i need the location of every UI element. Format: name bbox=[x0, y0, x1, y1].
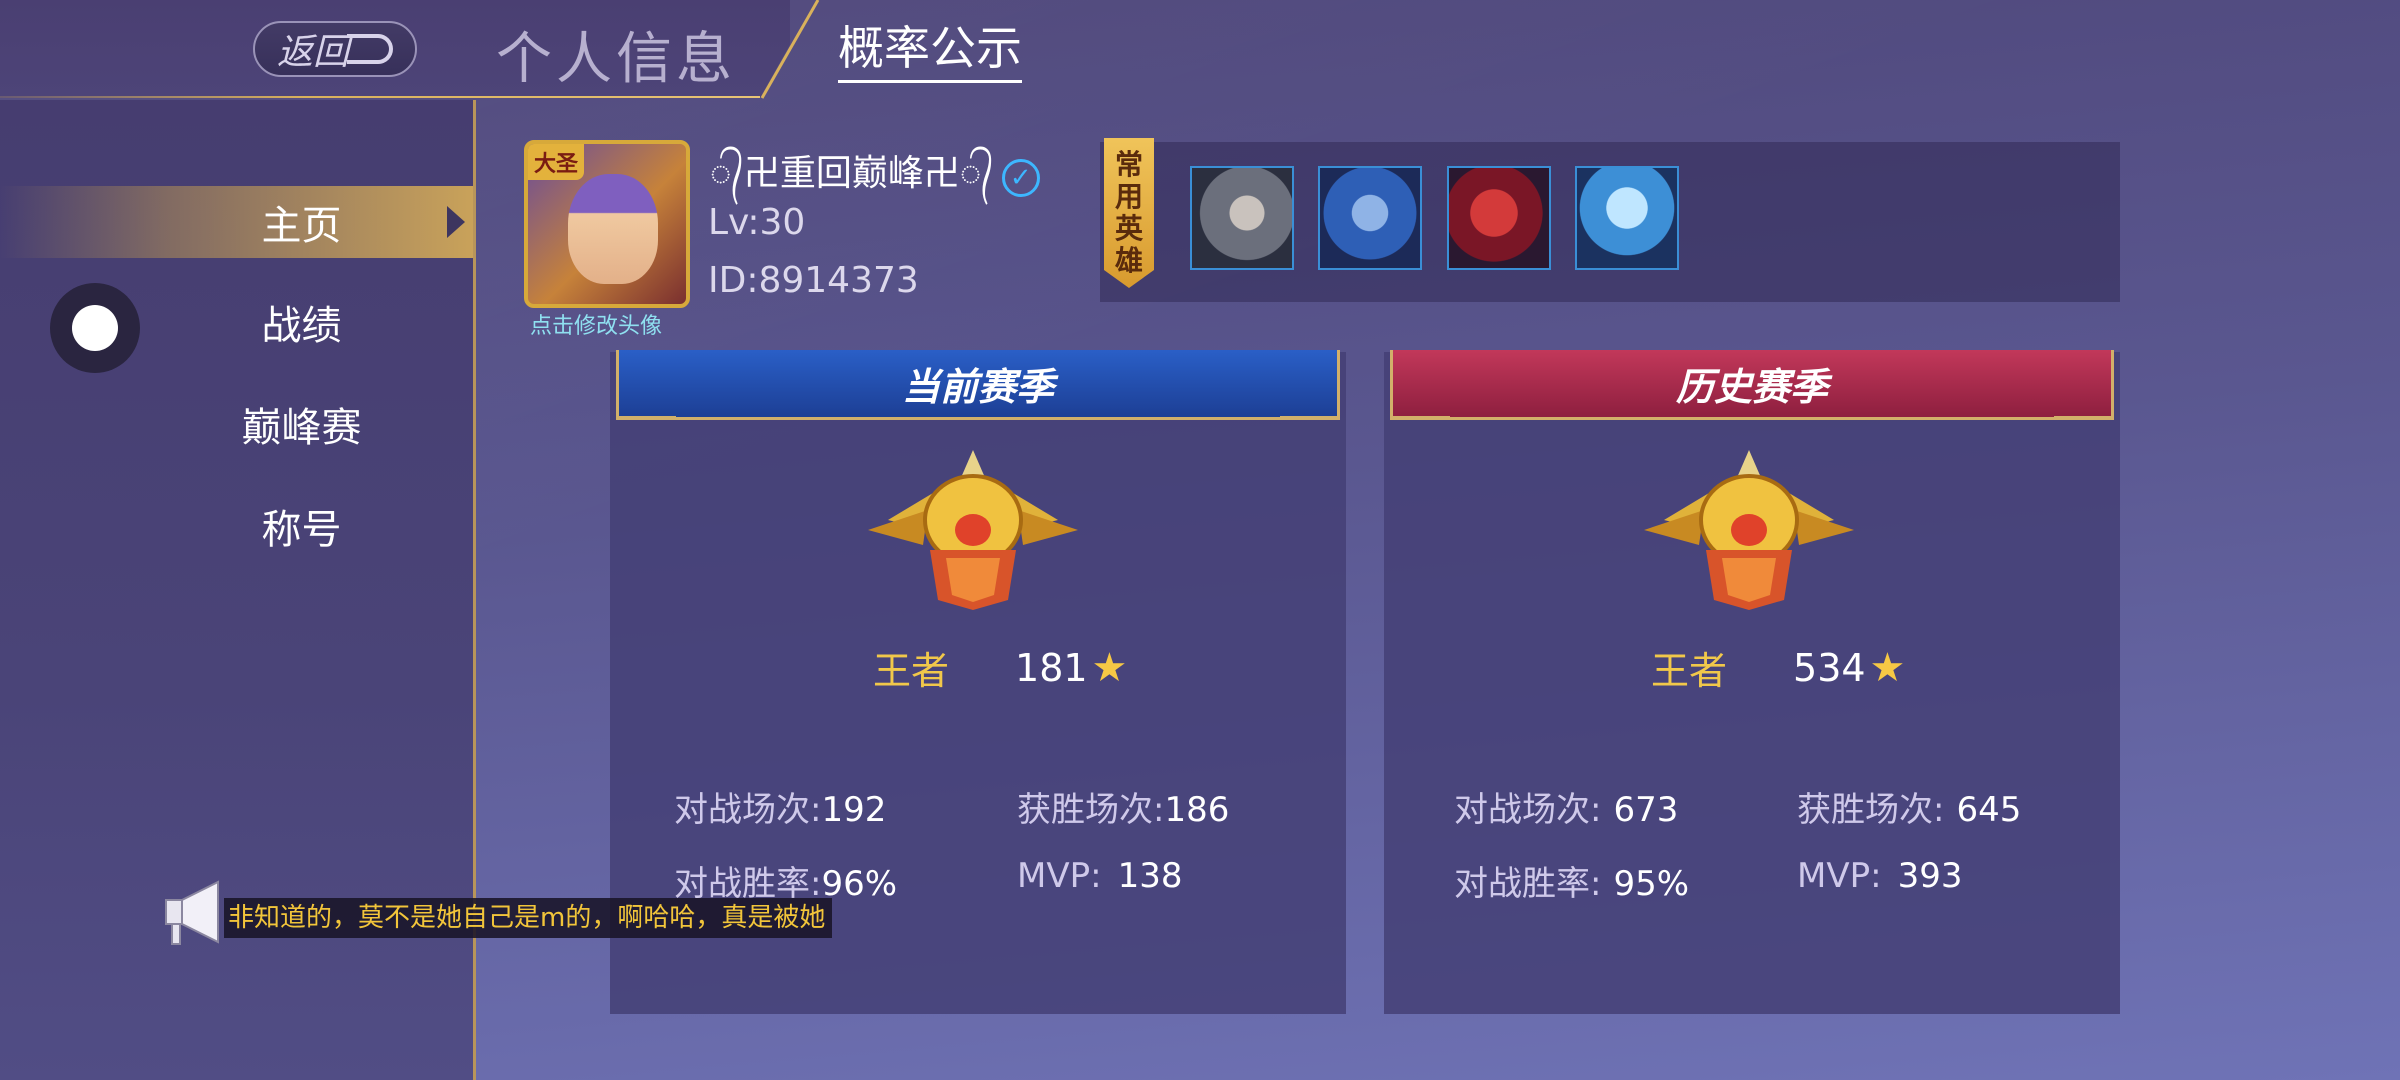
banner-corner bbox=[616, 416, 676, 443]
edit-avatar-link[interactable]: 点击修改头像 bbox=[530, 308, 662, 340]
heroes-label-char: 常 bbox=[1114, 148, 1143, 181]
sidebar-item-peak-match[interactable]: 巅峰赛 bbox=[0, 388, 473, 460]
stat-value: 186 bbox=[1164, 790, 1230, 830]
avatar-portrait bbox=[568, 174, 658, 284]
history-rank-row: 王者 534 ★ bbox=[1651, 640, 1905, 695]
stat-value: 96% bbox=[821, 864, 898, 904]
stat-value: 95% bbox=[1613, 864, 1690, 904]
banner-corner bbox=[1390, 416, 1450, 443]
sidebar-item-label: 称号 bbox=[261, 507, 342, 553]
stat-label: 对战胜率: bbox=[1454, 864, 1602, 904]
stat-label: 对战场次: bbox=[1454, 790, 1602, 830]
current-rank-stars: 181 bbox=[1015, 645, 1088, 690]
back-button[interactable]: 返回 bbox=[253, 21, 417, 77]
stat-label: 获胜场次: bbox=[1017, 790, 1165, 830]
stat-label: MVP: bbox=[1017, 856, 1102, 896]
current-rank-name: 王者 bbox=[873, 649, 950, 693]
header-slash-divider bbox=[760, 0, 820, 99]
stat-value: 138 bbox=[1117, 856, 1183, 896]
current-wins-stat: 获胜场次:186 bbox=[1017, 782, 1229, 831]
sidebar-item-title[interactable]: 称号 bbox=[0, 490, 473, 562]
floating-ball-dot bbox=[72, 305, 118, 351]
hero-portrait-3[interactable] bbox=[1447, 166, 1551, 270]
back-label: 返回 bbox=[276, 32, 349, 73]
current-season-title: 当前赛季 bbox=[616, 350, 1340, 420]
star-icon: ★ bbox=[1091, 644, 1128, 691]
hero-portrait-1[interactable] bbox=[1190, 166, 1294, 270]
megaphone-icon bbox=[165, 880, 219, 945]
top-header: 返回 个人信息 概率公示 bbox=[0, 0, 2400, 100]
banner-corner bbox=[2054, 416, 2114, 443]
history-season-banner: 历史赛季 bbox=[1384, 350, 2120, 446]
history-winrate-stat: 对战胜率: 95% bbox=[1454, 856, 1689, 905]
king-rank-emblem-icon bbox=[868, 450, 1078, 610]
header-divider bbox=[0, 96, 760, 98]
tab-personal-info[interactable]: 个人信息 bbox=[496, 14, 736, 95]
heroes-label-char: 英 bbox=[1114, 212, 1143, 245]
tab-probability-disclosure[interactable]: 概率公示 bbox=[838, 12, 1022, 83]
banner-corner bbox=[1280, 416, 1340, 443]
history-rank-name: 王者 bbox=[1651, 649, 1728, 693]
heroes-label-char: 用 bbox=[1114, 180, 1143, 213]
sidebar-item-label: 战绩 bbox=[261, 303, 342, 349]
current-season-banner: 当前赛季 bbox=[610, 350, 1346, 446]
history-wins-stat: 获胜场次: 645 bbox=[1797, 782, 2021, 831]
sidebar-item-home[interactable]: 主页 bbox=[0, 186, 473, 258]
king-rank-emblem-icon bbox=[1644, 450, 1854, 610]
history-season-title: 历史赛季 bbox=[1390, 350, 2114, 420]
sidebar-item-label: 巅峰赛 bbox=[241, 405, 362, 451]
chevron-right-icon bbox=[447, 206, 465, 238]
stat-value: 393 bbox=[1897, 856, 1963, 896]
sidebar-item-label: 主页 bbox=[261, 203, 342, 249]
star-icon: ★ bbox=[1869, 644, 1906, 691]
floating-assistive-button[interactable] bbox=[50, 283, 140, 373]
avatar[interactable]: 大圣 bbox=[524, 140, 690, 308]
stat-value: 645 bbox=[1956, 790, 2022, 830]
hero-portrait-4[interactable] bbox=[1575, 166, 1679, 270]
history-mvp-stat: MVP: 393 bbox=[1797, 856, 1962, 896]
hero-portrait-icon bbox=[1449, 168, 1549, 268]
player-level: Lv:30 bbox=[708, 202, 806, 243]
stat-value: 192 bbox=[821, 790, 887, 830]
avatar-badge: 大圣 bbox=[528, 144, 585, 180]
hero-portrait-icon bbox=[1192, 168, 1292, 268]
check-circle-icon: ✓ bbox=[1001, 159, 1040, 197]
hero-portrait-icon bbox=[1577, 168, 1677, 268]
broadcast-ticker: 非知道的，莫不是她自己是m的，啊哈哈，真是被她 bbox=[224, 898, 832, 938]
current-mvp-stat: MVP: 138 bbox=[1017, 856, 1182, 896]
hero-portrait-2[interactable] bbox=[1318, 166, 1422, 270]
heroes-label-char: 雄 bbox=[1114, 244, 1143, 277]
player-id: ID:8914373 bbox=[708, 260, 919, 301]
stat-label: 对战场次: bbox=[674, 790, 822, 830]
common-heroes-label: 常 用 英 雄 bbox=[1104, 138, 1154, 288]
hero-portrait-icon bbox=[1320, 168, 1420, 268]
history-rank-stars: 534 bbox=[1793, 645, 1866, 690]
stat-label: 获胜场次: bbox=[1797, 790, 1945, 830]
stat-value: 673 bbox=[1613, 790, 1679, 830]
current-rank-row: 王者 181 ★ bbox=[873, 640, 1127, 695]
back-arrow-icon bbox=[347, 34, 393, 64]
history-battles-stat: 对战场次: 673 bbox=[1454, 782, 1678, 831]
current-battles-stat: 对战场次:192 bbox=[674, 782, 886, 831]
stat-label: MVP: bbox=[1797, 856, 1882, 896]
